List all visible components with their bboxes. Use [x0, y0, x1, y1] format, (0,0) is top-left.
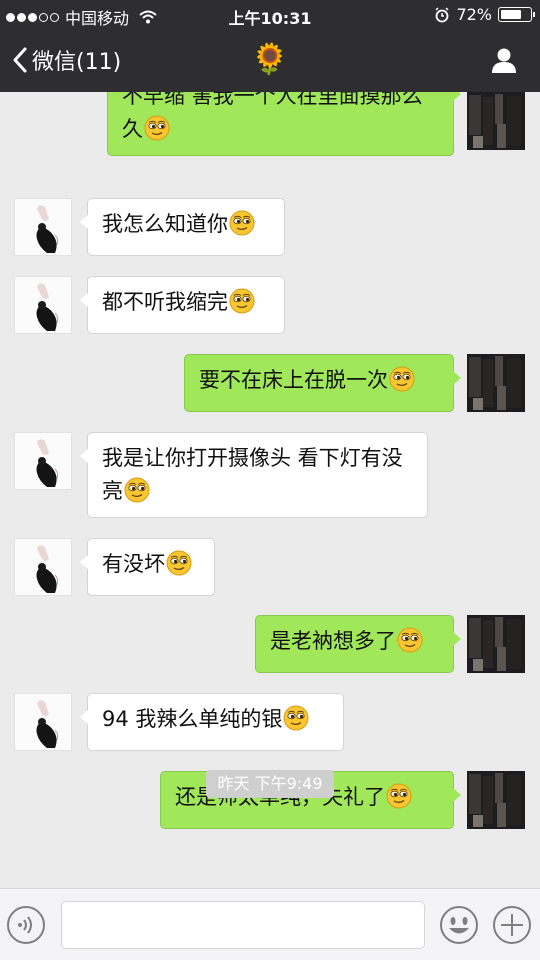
timestamp-badge: 昨天 下午9:49: [206, 770, 334, 798]
message-row: 我怎么知道你: [0, 198, 540, 256]
received-message-bubble[interactable]: 我是让你打开摄像头 看下灯有没亮: [80, 432, 428, 518]
message-text: 有没坏: [102, 552, 165, 576]
message-row: 有没坏: [0, 538, 540, 596]
sly-face-emoji: [397, 627, 423, 653]
status-right: 72%: [434, 5, 535, 24]
contact-avatar[interactable]: [14, 198, 72, 256]
sly-face-emoji: [389, 366, 415, 392]
message-text: 是老衲想多了: [270, 629, 396, 653]
person-icon: [492, 48, 516, 73]
sly-face-emoji: [229, 288, 255, 314]
chat-info-button[interactable]: [490, 46, 518, 78]
alarm-icon: [435, 6, 449, 22]
voice-icon: [7, 906, 45, 944]
sly-face-emoji: [166, 550, 192, 576]
input-bar: [0, 888, 540, 960]
more-button[interactable]: [492, 905, 532, 949]
chat-title: 🌻: [251, 42, 289, 77]
message-row: 是老衲想多了: [0, 615, 540, 673]
received-message-bubble[interactable]: 有没坏: [80, 538, 215, 596]
sent-message-bubble[interactable]: 是老衲想多了: [255, 615, 461, 673]
received-message-bubble[interactable]: 我怎么知道你: [80, 198, 285, 256]
message-text: 要不在床上在脱一次: [199, 368, 388, 392]
message-text: 我怎么知道你: [102, 212, 228, 236]
contact-avatar[interactable]: [14, 276, 72, 334]
battery-percent: 72%: [456, 5, 492, 24]
sly-face-emoji: [124, 477, 150, 503]
smiley-icon: [440, 906, 478, 944]
my-avatar[interactable]: [467, 92, 525, 150]
message-row: 我是让你打开摄像头 看下灯有没亮: [0, 432, 540, 518]
nav-bar: 微信(11) 🌻: [0, 30, 540, 92]
message-row: 要不在床上在脱一次: [0, 354, 540, 412]
contact-avatar[interactable]: [14, 538, 72, 596]
plus-icon: [493, 906, 531, 944]
message-input[interactable]: [61, 901, 425, 949]
sly-face-emoji: [283, 705, 309, 731]
message-text: 都不听我缩完: [102, 290, 228, 314]
voice-button[interactable]: [6, 905, 46, 949]
battery-icon: [498, 7, 535, 22]
message-row: 不早缩 害我一个人在里面摸那么久: [0, 92, 540, 156]
sly-face-emoji: [144, 115, 170, 141]
contact-avatar[interactable]: [14, 432, 72, 490]
my-avatar[interactable]: [467, 771, 525, 829]
status-bar: 中国移动 上午10:31 72%: [0, 0, 540, 30]
received-message-bubble[interactable]: 都不听我缩完: [80, 276, 285, 334]
message-row: 都不听我缩完: [0, 276, 540, 334]
message-text: 94 我辣么单纯的银: [102, 707, 283, 731]
sly-face-emoji: [386, 783, 412, 809]
message-list[interactable]: 不早缩 害我一个人在里面摸那么久我怎么知道你 都不听我缩完要不在床上在脱一次我是让…: [0, 92, 540, 888]
sly-face-emoji: [229, 210, 255, 236]
received-message-bubble[interactable]: 94 我辣么单纯的银: [80, 693, 344, 751]
my-avatar[interactable]: [467, 354, 525, 412]
sent-message-bubble[interactable]: 不早缩 害我一个人在里面摸那么久: [107, 92, 461, 156]
sent-message-bubble[interactable]: 要不在床上在脱一次: [184, 354, 461, 412]
contact-avatar[interactable]: [14, 693, 72, 751]
emoji-button[interactable]: [439, 905, 479, 949]
message-row: 94 我辣么单纯的银: [0, 693, 540, 751]
my-avatar[interactable]: [467, 615, 525, 673]
